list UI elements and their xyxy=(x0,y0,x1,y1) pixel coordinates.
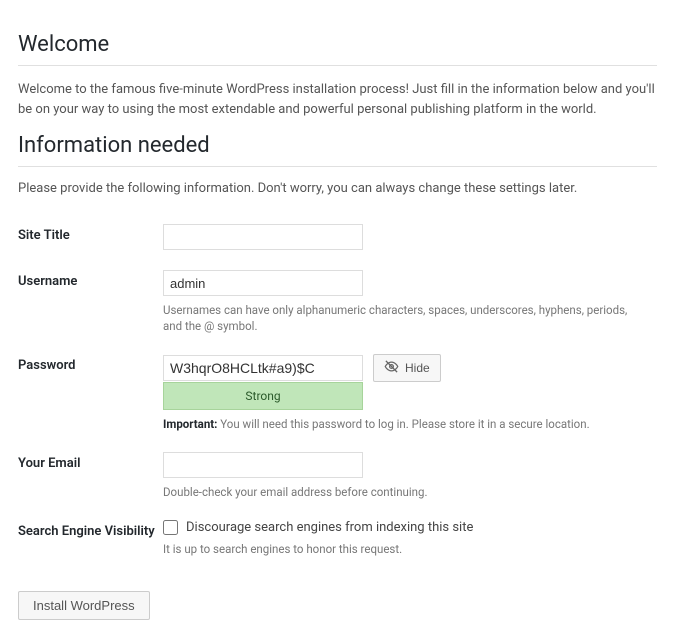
password-important-prefix: Important: xyxy=(163,417,217,431)
email-label: Your Email xyxy=(18,442,163,510)
install-form: Site Title Username Usernames can have o… xyxy=(18,214,657,567)
site-title-label: Site Title xyxy=(18,214,163,260)
search-desc: It is up to search engines to honor this… xyxy=(163,541,633,557)
password-strength: Strong xyxy=(163,382,363,410)
hide-password-button[interactable]: Hide xyxy=(373,354,441,382)
password-input[interactable] xyxy=(163,355,363,381)
site-title-input[interactable] xyxy=(163,224,363,250)
search-visibility-label: Search Engine Visibility xyxy=(18,510,163,567)
info-hint: Please provide the following information… xyxy=(18,181,657,196)
install-button[interactable]: Install WordPress xyxy=(18,591,150,620)
password-important: Important: You will need this password t… xyxy=(163,416,633,432)
info-heading: Information needed xyxy=(18,133,657,167)
username-input[interactable] xyxy=(163,270,363,296)
username-label: Username xyxy=(18,260,163,344)
eye-slash-icon xyxy=(384,359,399,377)
welcome-intro: Welcome to the famous five-minute WordPr… xyxy=(18,80,657,119)
search-checkbox-row[interactable]: Discourage search engines from indexing … xyxy=(163,520,657,535)
email-desc: Double-check your email address before c… xyxy=(163,484,633,500)
password-important-text: You will need this password to log in. P… xyxy=(217,417,589,431)
username-desc: Usernames can have only alphanumeric cha… xyxy=(163,302,633,334)
email-input[interactable] xyxy=(163,452,363,478)
search-checkbox[interactable] xyxy=(163,520,178,535)
hide-button-label: Hide xyxy=(405,361,430,375)
search-checkbox-label: Discourage search engines from indexing … xyxy=(186,520,473,535)
welcome-heading: Welcome xyxy=(18,32,657,66)
password-label: Password xyxy=(18,344,163,442)
